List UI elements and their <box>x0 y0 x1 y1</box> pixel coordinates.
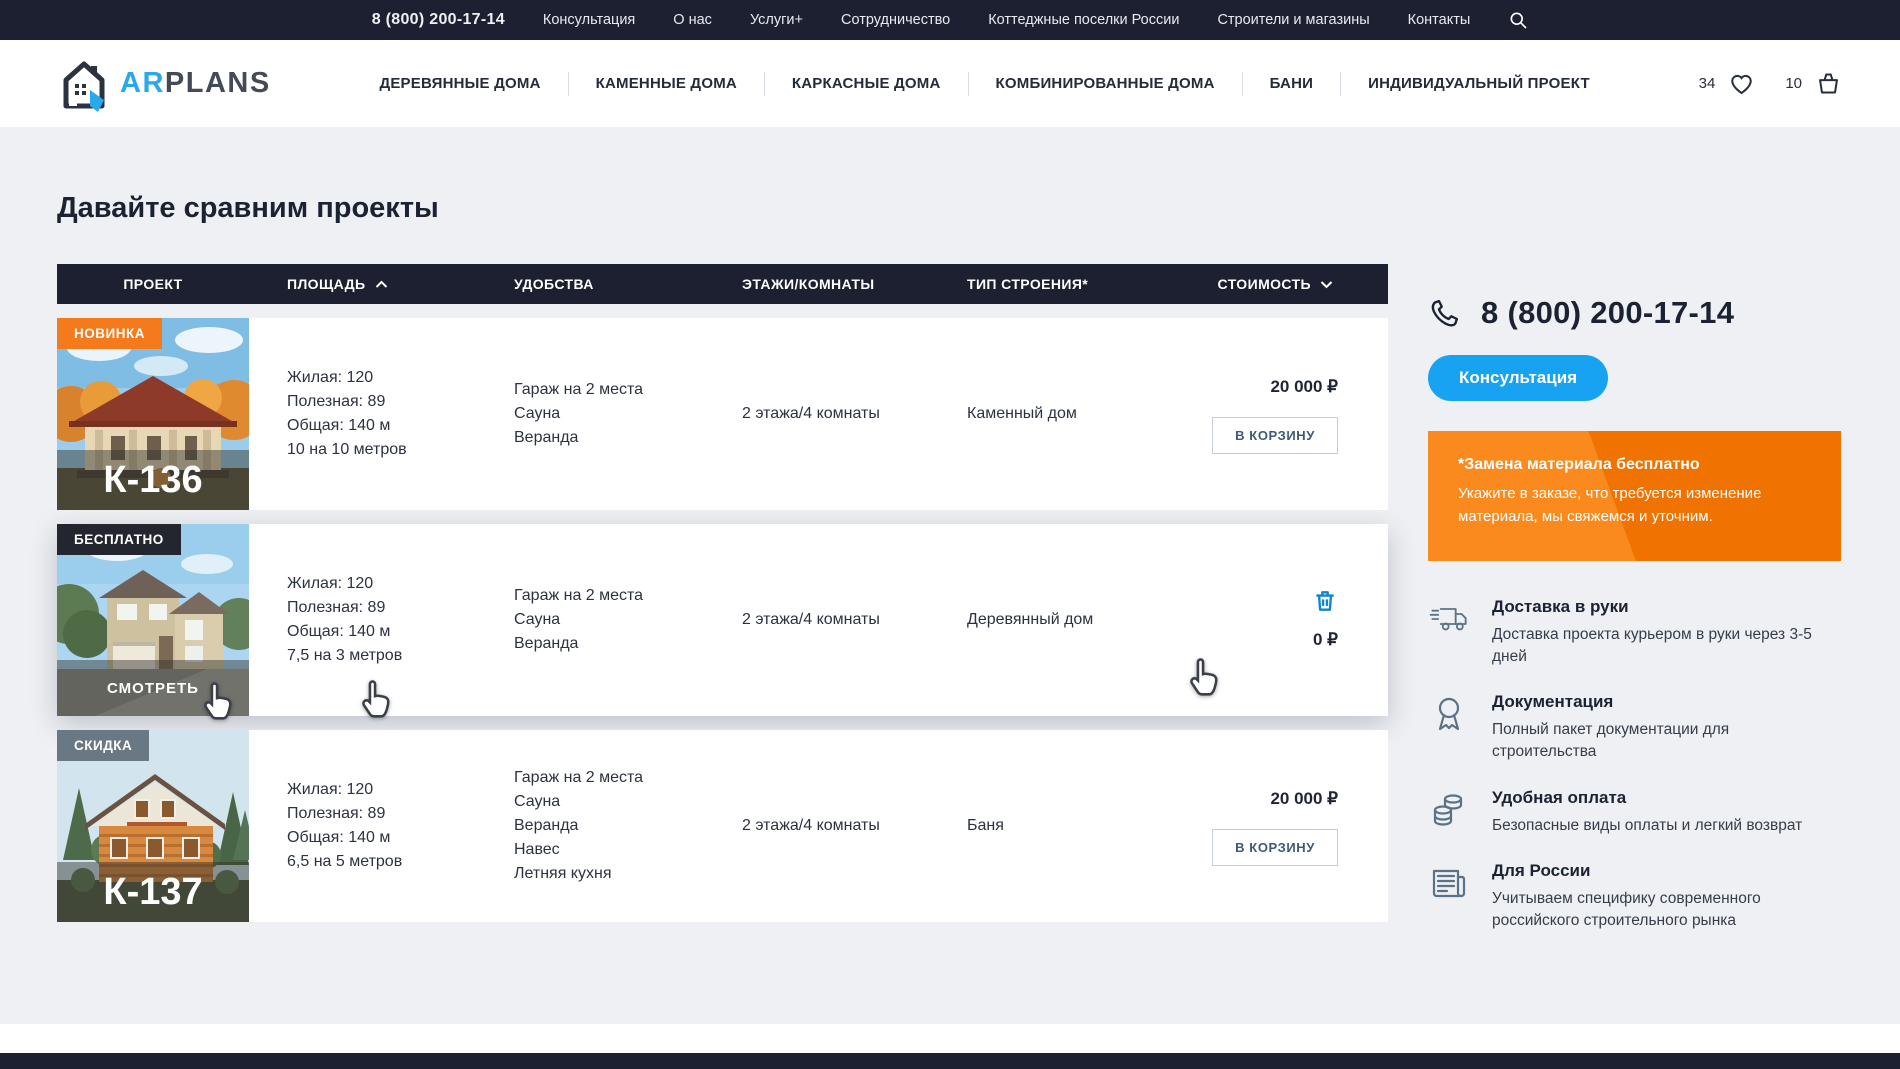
building-type-cell: Баня <box>930 730 1192 922</box>
features-list: Доставка в руки Доставка проекта курьеро… <box>1428 597 1841 932</box>
column-floors: ЭТАЖИ/КОМНАТЫ <box>702 276 930 292</box>
footer-bar <box>0 1053 1900 1069</box>
floors-cell: 2 этажа/4 комнаты <box>702 524 930 716</box>
promo-banner: *Замена материала бесплатно Укажите в за… <box>1428 431 1841 561</box>
logo-house-icon <box>58 56 110 112</box>
feature-payment: Удобная оплата Безопасные виды оплаты и … <box>1428 788 1841 837</box>
nav-frame-houses[interactable]: КАРКАСНЫЕ ДОМА <box>765 75 968 92</box>
feature-documentation: Документация Полный пакет документации д… <box>1428 692 1841 762</box>
favorites-counter[interactable]: 34 <box>1699 70 1756 97</box>
feature-desc: Полный пакет документации для строительс… <box>1492 719 1837 762</box>
amenities-cell: Гараж на 2 местаСаунаВерандаНавесЛетняя … <box>477 730 702 922</box>
main-header: ARPLANS ДЕРЕВЯННЫЕ ДОМА КАМЕННЫЕ ДОМА КА… <box>0 40 1900 127</box>
nav-combined-houses[interactable]: КОМБИНИРОВАННЫЕ ДОМА <box>969 75 1242 92</box>
area-cell: Жилая: 120Полезная: 89Общая: 140 м10 на … <box>249 318 477 510</box>
feature-desc: Учитываем специфику современного российс… <box>1492 888 1837 931</box>
promo-body: Укажите в заказе, что требуется изменени… <box>1458 482 1788 529</box>
feature-title: Удобная оплата <box>1492 788 1802 808</box>
price-cell: 0 ₽ <box>1192 524 1388 716</box>
main-navigation: ДЕРЕВЯННЫЕ ДОМА КАМЕННЫЕ ДОМА КАРКАСНЫЕ … <box>291 72 1679 96</box>
add-to-cart-button[interactable]: В КОРЗИНУ <box>1212 417 1338 454</box>
cart-count: 10 <box>1785 75 1802 92</box>
feature-delivery: Доставка в руки Доставка проекта курьеро… <box>1428 597 1841 667</box>
topbar-link-contacts[interactable]: Контакты <box>1408 12 1471 28</box>
building-type-cell: Деревянный дом <box>930 524 1192 716</box>
feature-desc: Безопасные виды оплаты и легкий возврат <box>1492 815 1802 837</box>
floors-cell: 2 этажа/4 комнаты <box>702 318 930 510</box>
logo[interactable]: ARPLANS <box>58 56 271 112</box>
compare-table-header: ПРОЕКТ ПЛОЩАДЬ УДОБСТВА ЭТАЖИ/КОМНАТЫ ТИ… <box>57 264 1388 304</box>
add-to-cart-button[interactable]: В КОРЗИНУ <box>1212 829 1338 866</box>
area-cell: Жилая: 120Полезная: 89Общая: 140 м7,5 на… <box>249 524 477 716</box>
truck-icon <box>1428 597 1470 667</box>
badge-new: НОВИНКА <box>57 318 162 349</box>
coins-icon <box>1428 788 1470 837</box>
sidebar-phone-number[interactable]: 8 (800) 200-17-14 <box>1481 295 1734 331</box>
search-icon[interactable] <box>1508 10 1528 30</box>
nav-baths[interactable]: БАНИ <box>1243 75 1340 92</box>
sort-desc-icon <box>1320 280 1333 289</box>
feature-title: Документация <box>1492 692 1837 712</box>
column-price-sortable[interactable]: СТОИМОСТЬ <box>1192 276 1388 292</box>
consultation-button[interactable]: Консультация <box>1428 355 1608 401</box>
topbar-link-cooperation[interactable]: Сотрудничество <box>841 12 950 28</box>
sidebar-phone-block: 8 (800) 200-17-14 <box>1428 295 1841 331</box>
logo-text: ARPLANS <box>120 67 271 100</box>
compare-table: ПРОЕКТ ПЛОЩАДЬ УДОБСТВА ЭТАЖИ/КОМНАТЫ ТИ… <box>57 264 1388 922</box>
promo-title: *Замена материала бесплатно <box>1458 456 1811 474</box>
price-value: 20 000 ₽ <box>1270 375 1338 399</box>
column-amenities: УДОБСТВА <box>477 276 702 292</box>
price-cell: 20 000 ₽ В КОРЗИНУ <box>1192 730 1388 922</box>
feature-desc: Доставка проекта курьером в руки через 3… <box>1492 624 1837 667</box>
nav-individual-project[interactable]: ИНДИВИДУАЛЬНЫЙ ПРОЕКТ <box>1341 75 1617 92</box>
feature-title: Для России <box>1492 861 1837 881</box>
page-title: Давайте сравним проекты <box>57 192 439 225</box>
feature-title: Доставка в руки <box>1492 597 1837 617</box>
topbar-link-services[interactable]: Услуги+ <box>750 12 803 28</box>
page: 8 (800) 200-17-14 Консультация О нас Усл… <box>0 0 1900 1069</box>
basket-icon <box>1815 70 1842 97</box>
price-value: 0 ₽ <box>1313 628 1338 652</box>
nav-wooden-houses[interactable]: ДЕРЕВЯННЫЕ ДОМА <box>352 75 567 92</box>
price-value: 20 000 ₽ <box>1270 787 1338 811</box>
column-area-sortable[interactable]: ПЛОЩАДЬ <box>249 276 477 292</box>
floors-cell: 2 этажа/4 комнаты <box>702 730 930 922</box>
project-code-label: К-137 <box>57 862 249 922</box>
topbar-phone[interactable]: 8 (800) 200-17-14 <box>372 11 505 29</box>
area-cell: Жилая: 120Полезная: 89Общая: 140 м6,5 на… <box>249 730 477 922</box>
award-icon <box>1428 692 1470 762</box>
price-cell: 20 000 ₽ В КОРЗИНУ <box>1192 318 1388 510</box>
column-building-type: ТИП СТРОЕНИЯ* <box>930 276 1192 292</box>
sort-asc-icon <box>375 280 388 289</box>
heart-icon <box>1728 70 1755 97</box>
badge-free: БЕСПЛАТНО <box>57 524 181 555</box>
topbar-link-consultation[interactable]: Консультация <box>543 12 635 28</box>
table-row-free: БЕСПЛАТНО СМОТРЕТЬ Жилая: 120Полезная: 8… <box>57 524 1388 716</box>
table-row-k136: НОВИНКА К-136 Жилая: 120Полезная: 89Обща… <box>57 318 1388 510</box>
newspaper-icon <box>1428 861 1470 931</box>
sidebar: 8 (800) 200-17-14 Консультация *Замена м… <box>1428 295 1841 932</box>
nav-stone-houses[interactable]: КАМЕННЫЕ ДОМА <box>569 75 764 92</box>
top-utility-bar: 8 (800) 200-17-14 Консультация О нас Усл… <box>0 0 1900 40</box>
project-image-k136[interactable]: НОВИНКА К-136 <box>57 318 249 510</box>
amenities-cell: Гараж на 2 местаСаунаВеранда <box>477 524 702 716</box>
table-row-k137: СКИДКА К-137 Жилая: 120Полезная: 89Общая… <box>57 730 1388 922</box>
amenities-cell: Гараж на 2 местаСаунаВеранда <box>477 318 702 510</box>
header-counters: 34 10 <box>1699 70 1842 97</box>
project-code-label: К-136 <box>57 450 249 510</box>
topbar-link-about[interactable]: О нас <box>673 12 712 28</box>
topbar-link-cottage-villages[interactable]: Коттеджные поселки России <box>988 12 1179 28</box>
badge-sale: СКИДКА <box>57 730 149 761</box>
cart-counter[interactable]: 10 <box>1785 70 1842 97</box>
building-type-cell: Каменный дом <box>930 318 1192 510</box>
feature-russia: Для России Учитываем специфику современн… <box>1428 861 1841 931</box>
project-image-k137[interactable]: СКИДКА К-137 <box>57 730 249 922</box>
project-image-free[interactable]: БЕСПЛАТНО СМОТРЕТЬ <box>57 524 249 716</box>
trash-icon[interactable] <box>1312 588 1338 614</box>
view-overlay-button[interactable]: СМОТРЕТЬ <box>57 660 249 716</box>
favorites-count: 34 <box>1699 75 1716 92</box>
phone-icon <box>1428 297 1461 330</box>
column-project: ПРОЕКТ <box>57 276 249 292</box>
topbar-link-builders-shops[interactable]: Строители и магазины <box>1217 12 1369 28</box>
